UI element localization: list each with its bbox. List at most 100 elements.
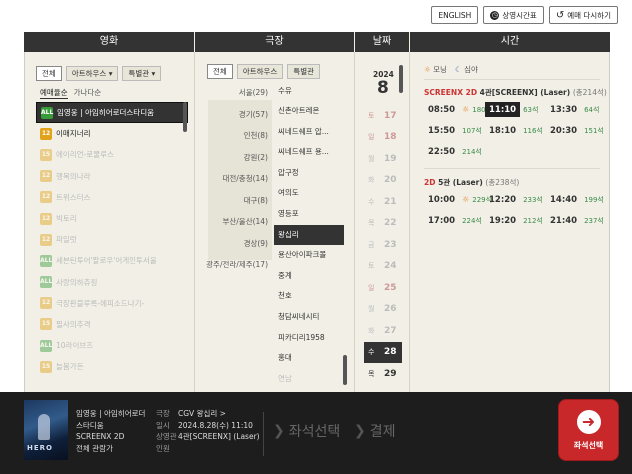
showtime-slot[interactable]: 21:40 237석 [546,213,604,228]
english-button[interactable]: ENGLISH [431,6,479,24]
movie-item[interactable]: 12 트위스터스 [36,187,188,208]
rating-badge: ALL [41,106,53,119]
region-item[interactable]: 인천(8) [200,125,272,147]
showtime-slot[interactable]: 08:50 ☼ 180석 [424,102,492,117]
movie-tab-special[interactable]: 특별관 ▾ [122,66,162,81]
theater-tabs: 전체 아트하우스 특별관 [207,64,324,79]
top-button-group: ENGLISH ◷ 상영시간표 ↺ 예매 다시하기 [431,6,618,24]
cinema-item[interactable]: 청담씨네시티 [274,307,344,328]
cinema-item[interactable]: 홍대 [274,348,344,369]
showtime-slot[interactable]: 12:20 233석 [485,192,543,207]
date-list: 토 17 일 18 월 19 화 20 수 21 목 22 금 23 토 24 일 25 월 26 화 27 수 28 목 29 [364,105,402,385]
date-scrollbar[interactable] [399,65,403,93]
date-weekday: 토 [368,262,375,271]
sort-by-booking[interactable]: 예매율순 [40,87,68,99]
movie-item[interactable]: ALL 10라이브즈 [36,335,188,356]
cinema-item[interactable]: 용산아이파크몰 [274,245,344,266]
showtime-slot[interactable]: 15:50 107석 [424,123,482,138]
cinema-item[interactable]: 씨네드쉐프 압... [274,122,344,143]
movie-item[interactable]: 12 파일럿 [36,229,188,250]
seat-select-button[interactable]: ➜ 좌석선택 [558,399,619,461]
rating-badge: ALL [40,276,52,289]
cinema-item[interactable]: 신촌아트레온 [274,101,344,122]
date-item[interactable]: 수 28 [364,341,402,363]
date-item[interactable]: 월 26 [364,299,402,321]
movie-tab-all[interactable]: 전체 [36,66,62,81]
reset-button[interactable]: ↺ 예매 다시하기 [548,6,618,24]
date-item[interactable]: 토 24 [364,256,402,278]
date-item[interactable]: 화 27 [364,320,402,342]
movie-item[interactable]: 12 빅토리 [36,208,188,229]
showtime-slot[interactable]: 11:10 63석 [485,102,538,117]
showtime-slot[interactable]: 13:30 64석 [546,102,599,117]
date-item[interactable]: 토 17 [364,105,402,127]
movie-title: 사랑의하츄핑 [56,277,98,287]
rating-badge: 12 [40,297,52,310]
theater-scrollbar[interactable] [343,355,347,385]
movie-item[interactable]: 15 늘봄가든 [36,356,188,377]
showtime-slot[interactable]: 22:50 214석 [424,144,482,159]
date-item[interactable]: 목 29 [364,363,402,385]
region-item[interactable]: 서울(29) [200,82,272,104]
movie-item[interactable]: 12 이매지너리 [36,123,188,144]
cinema-item[interactable]: 압구정 [274,163,344,184]
region-item[interactable]: 부산/울산(14) [200,211,272,233]
movie-scrollbar[interactable] [183,102,187,132]
movie-item[interactable]: ALL 세븐틴투어'팔로우'어게인투서울 [36,250,188,271]
date-item[interactable]: 금 23 [364,234,402,256]
date-item[interactable]: 일 25 [364,277,402,299]
movie-item[interactable]: 12 극장판블루록-에피소드나기- [36,293,188,314]
label-hall: 상영관 [156,432,177,441]
region-item[interactable]: 대전/충청(14) [200,168,272,190]
region-item[interactable]: 강원(2) [200,147,272,169]
sort-by-name[interactable]: 가나다순 [74,87,102,99]
cinema-item[interactable]: 연남 [274,369,344,390]
showtime-slot[interactable]: 20:30 151석 [546,123,604,138]
date-weekday: 월 [368,305,375,314]
movie-item[interactable]: 15 에이리언-로물루스 [36,144,188,165]
region-item[interactable]: 경상(9) [200,233,272,255]
showtime-slot[interactable]: 17:00 224석 [424,213,482,228]
date-item[interactable]: 수 21 [364,191,402,213]
showtime-slot[interactable]: 18:10 116석 [485,123,543,138]
date-item[interactable]: 월 19 [364,148,402,170]
date-day: 29 [384,368,397,379]
date-item[interactable]: 목 22 [364,213,402,235]
date-item[interactable]: 화 20 [364,170,402,192]
theater-tab-arthouse[interactable]: 아트하우스 [236,64,284,79]
movie-item[interactable]: 15 필사의추격 [36,314,188,335]
cinema-item[interactable]: 천호 [274,286,344,307]
region-item[interactable]: 광주/전라/제주(17) [200,254,272,276]
date-weekday: 수 [368,197,375,206]
cinema-item[interactable]: 왕십리 [274,224,344,246]
movie-item[interactable]: ALL 임영웅 | 아임히어로더스타디움 [36,102,188,124]
region-item[interactable]: 경기(57) [200,104,272,126]
region-item[interactable]: 대구(8) [200,190,272,212]
movie-item[interactable]: 12 행복의나라 [36,166,188,187]
selected-theater[interactable]: CGV 왕십리 > [178,409,226,418]
hall-heading: SCREENX 2D 4관[SCREENX] (Laser) (총214석) [424,87,607,98]
showtime-slot[interactable]: 14:40 199석 [546,192,604,207]
remaining-seats: 212석 [523,216,543,225]
cinema-item[interactable]: 피카디리1958 [274,328,344,349]
showtime-slot[interactable]: 10:00 ☼ 229석 [424,192,492,207]
showtime-time: 21:40 [550,216,578,226]
showtime-time: 10:00 [428,195,456,205]
remaining-seats: 64석 [584,105,600,114]
showtime-slot[interactable]: 19:20 212석 [485,213,543,228]
cinema-item[interactable]: 중계 [274,266,344,287]
movie-title: 세븐틴투어'팔로우'어게인투서울 [56,256,157,266]
hall-name: 5관 (Laser) [438,178,483,187]
cinema-item[interactable]: 여의도 [274,183,344,204]
date-item[interactable]: 일 18 [364,127,402,149]
theater-tab-special[interactable]: 특별관 [287,64,321,79]
cinema-item[interactable]: 수유 [274,81,344,101]
theater-tab-all[interactable]: 전체 [207,64,233,79]
divider [424,168,600,169]
cinema-item[interactable]: 씨네드쉐프 용... [274,142,344,163]
cinema-item[interactable]: 영등포 [274,204,344,225]
movie-tab-arthouse[interactable]: 아트하우스 ▾ [65,66,119,81]
movie-item[interactable]: ALL 사랑의하츄핑 [36,272,188,293]
schedule-button[interactable]: ◷ 상영시간표 [483,6,544,24]
selected-theater-info: 극장 CGV 왕십리 > 일시 2024.8.28(수) 11:10 상영관4관[S… [156,408,260,454]
